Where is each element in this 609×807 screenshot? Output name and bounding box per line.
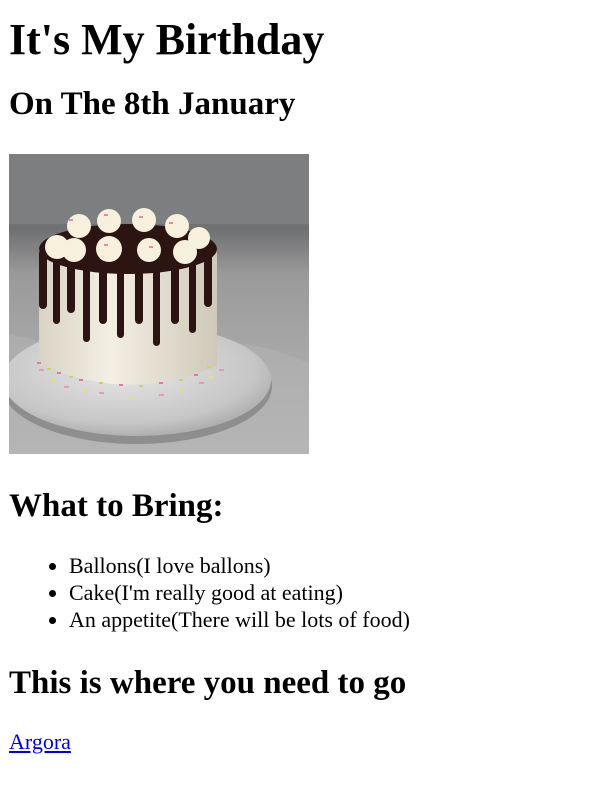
list-item: An appetite(There will be lots of food) bbox=[69, 606, 600, 633]
date-heading: On The 8th January bbox=[9, 86, 296, 122]
what-to-bring-heading: What to Bring: bbox=[9, 488, 224, 524]
where-heading: This is where you need to go bbox=[9, 665, 407, 701]
location-link[interactable]: Argora bbox=[9, 729, 71, 755]
list-item: Ballons(I love ballons) bbox=[69, 552, 600, 579]
list-item: Cake(I'm really good at eating) bbox=[69, 579, 600, 606]
page-title: It's My Birthday bbox=[9, 15, 325, 64]
birthday-cake-image bbox=[9, 154, 309, 454]
bring-list: Ballons(I love ballons) Cake(I'm really … bbox=[9, 552, 600, 633]
